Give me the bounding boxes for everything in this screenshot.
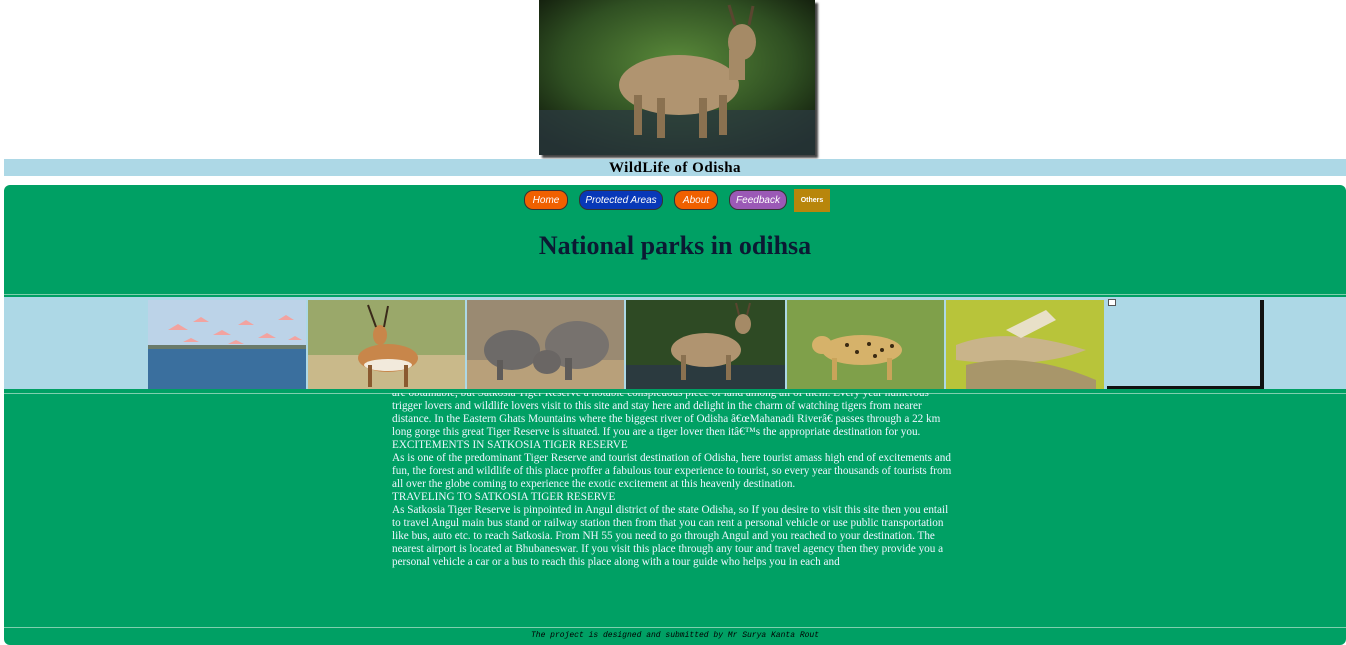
article-subheading: TRAVELING TO SATKOSIA TIGER RESERVE	[392, 491, 616, 503]
photo-gallery	[4, 297, 1346, 389]
nav-others-button[interactable]: Others	[794, 189, 830, 212]
crocodile-photo	[946, 300, 1104, 389]
page-heading: National parks in odihsa	[538, 231, 812, 260]
leopard-photo	[787, 300, 944, 389]
broken-image-icon	[1108, 299, 1116, 306]
nav-protected-areas-button[interactable]: Protected Areas	[579, 190, 663, 210]
deer-photo	[626, 300, 785, 389]
nav-about-button[interactable]: About	[674, 190, 718, 210]
header-deer-image	[539, 0, 815, 155]
article-paragraph: As Satkosia Tiger Reserve is pinpointed …	[392, 504, 949, 568]
antelope-photo	[308, 300, 465, 389]
elephants-photo	[467, 300, 624, 389]
article-scroll-area[interactable]: are obtainable, but Satkosia Tiger Reser…	[392, 393, 958, 626]
article-paragraph: are obtainable, but Satkosia Tiger Reser…	[392, 393, 941, 438]
article-paragraph: As is one of the predominant Tiger Reser…	[392, 452, 952, 490]
flamingos-photo	[148, 300, 306, 389]
divider	[4, 627, 1346, 628]
nav-home-button[interactable]: Home	[524, 190, 568, 210]
main-panel: Home Protected Areas About Feedback Othe…	[4, 185, 1346, 645]
nav-bar: Home Protected Areas About Feedback Othe…	[4, 189, 1346, 213]
site-title: WildLife of Odisha	[608, 160, 742, 176]
footer-credit: The project is designed and submitted by…	[530, 631, 820, 640]
article-subheading: EXCITEMENTS IN SATKOSIA TIGER RESERVE	[392, 439, 628, 451]
nav-feedback-button[interactable]: Feedback	[729, 190, 787, 210]
divider	[4, 294, 1346, 295]
site-title-bar: WildLife of Odisha	[4, 159, 1346, 176]
broken-image-thumbnail	[1107, 300, 1264, 389]
